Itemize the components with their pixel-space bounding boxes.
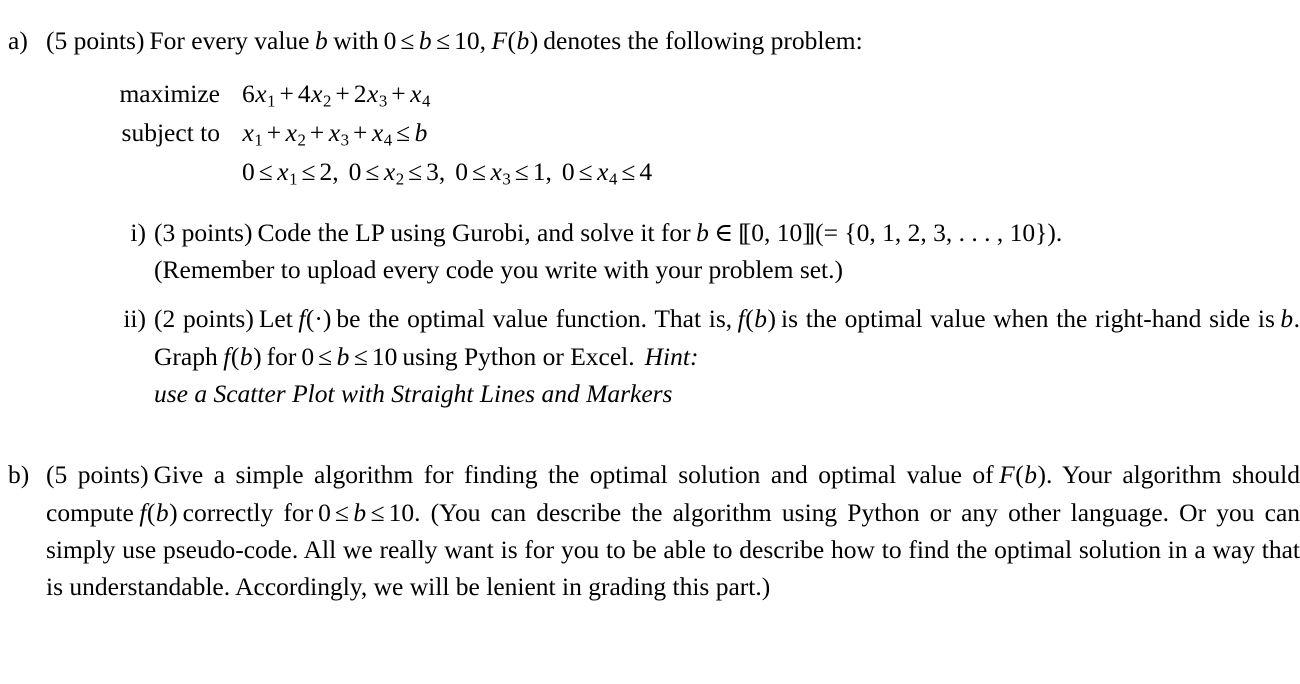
part-b-text-1: Give a simple algorithm for finding the …	[153, 460, 994, 490]
part-b-func-fb: f(b)	[139, 497, 178, 527]
subitem-ii-text-5: for	[266, 341, 297, 371]
part-a-intro-func: F(b)	[491, 26, 539, 55]
problem-part-a: a) (5 points) For every value b with 0 ≤ b ≤10,…	[0, 0, 1300, 412]
subitem-ii-text-6: using Python or Excel.	[402, 341, 635, 371]
part-a-points: (5 points)	[46, 26, 145, 55]
lp-objective-row: maximize 6x1 +4x2 +2x3 + x4	[46, 75, 1300, 114]
part-a-body: (5 points) For every value b with 0 ≤ b ≤10, F(b…	[46, 22, 1300, 412]
document-page: a) (5 points) For every value b with 0 ≤ b ≤10,…	[0, 0, 1300, 684]
subitem-ii-range: 0 ≤ b ≤10	[301, 341, 398, 371]
lp-bounds-row: 0 ≤ x1 ≤2, 0 ≤ x2 ≤3, 0 ≤ x3 ≤1, 0 ≤ x4 ≤4	[46, 153, 1300, 192]
lp-objective-expression: 6x1 +4x2 +2x3 + x4	[242, 79, 431, 111]
part-b-text-3: correctly for	[182, 497, 314, 527]
subitem-ii-func-fb2: f(b)	[223, 341, 262, 371]
subitem-ii-hint-text: use a Scatter Plot with Straight Lines a…	[154, 378, 673, 408]
lp-model-block: maximize 6x1 +4x2 +2x3 + x4 subject to x1 + x2…	[46, 75, 1300, 191]
lp-constraint-expression: x1 + x2 + x3 + x4 ≤ b	[242, 118, 428, 150]
subitem-i-elem-sign: ∈	[714, 217, 734, 247]
part-a-subitems: i) (3 points) Code the LP using Gurobi, a…	[46, 214, 1300, 413]
subitem-i-text-2: (Remember to upload every code you write…	[154, 254, 844, 284]
lp-bounds-expression: 0 ≤ x1 ≤2, 0 ≤ x2 ≤3, 0 ≤ x3 ≤1, 0 ≤ x4 ≤4	[242, 156, 653, 189]
subitem-ii-hint-label: Hint:	[644, 341, 699, 371]
part-spacer	[0, 412, 1300, 442]
subitem-i-set-expansion: (= {0, 1, 2, 3, . . . , 10}).	[815, 217, 1063, 247]
subitem-ii-func-f: f(·)	[298, 304, 332, 334]
part-b-range: 0 ≤ b ≤10	[318, 497, 415, 527]
part-b-label: b)	[8, 460, 30, 490]
subitem-ii-text-1: Let	[258, 304, 293, 334]
subitem-i-integer-interval: [[0, 10]]	[738, 217, 815, 247]
part-a-subitem-i: i) (3 points) Code the LP using Gurobi, a…	[46, 214, 1300, 289]
part-b-points: (5 points)	[46, 460, 149, 490]
subitem-ii-label: ii)	[123, 304, 146, 334]
part-a-intro-after: denotes the following problem:	[543, 26, 863, 55]
part-a-subitem-ii: ii) (2 points) Let f(·) be the optimal valu…	[46, 300, 1300, 412]
part-a-intro-var: b	[314, 26, 328, 55]
subitem-ii-points: (2 points)	[154, 304, 254, 334]
part-a-intro-before: For every value	[149, 26, 310, 55]
subitem-ii-text-2: be the optimal value function. That is,	[336, 304, 733, 334]
lp-objective-label: maximize	[119, 79, 220, 109]
part-b-func-Fb: F(b)	[999, 460, 1046, 490]
subitem-i-var-b: b	[696, 217, 709, 247]
subitem-ii-func-fb: f(b)	[737, 304, 777, 334]
subitem-i-points: (3 points)	[154, 217, 253, 247]
lp-constraint-label: subject to	[121, 118, 220, 148]
part-a-label: a)	[8, 26, 28, 55]
part-b-body: (5 points) Give a simple algorithm for fi…	[46, 456, 1300, 605]
problem-part-b: b) (5 points) Give a simple algorithm for…	[0, 442, 1300, 605]
part-a-intro-range: 0 ≤ b ≤10,	[383, 26, 486, 55]
subitem-i-label: i)	[130, 217, 146, 247]
subitem-ii-var-b: b	[1280, 304, 1294, 334]
part-a-intro-mid: with	[333, 26, 379, 55]
subitem-i-text-1: Code the LP using Gurobi, and solve it f…	[257, 217, 691, 247]
lp-constraint-row: subject to x1 + x2 + x3 + x4 ≤ b	[46, 114, 1300, 153]
subitem-ii-text-3: is the optimal value when the right-hand…	[781, 304, 1275, 334]
